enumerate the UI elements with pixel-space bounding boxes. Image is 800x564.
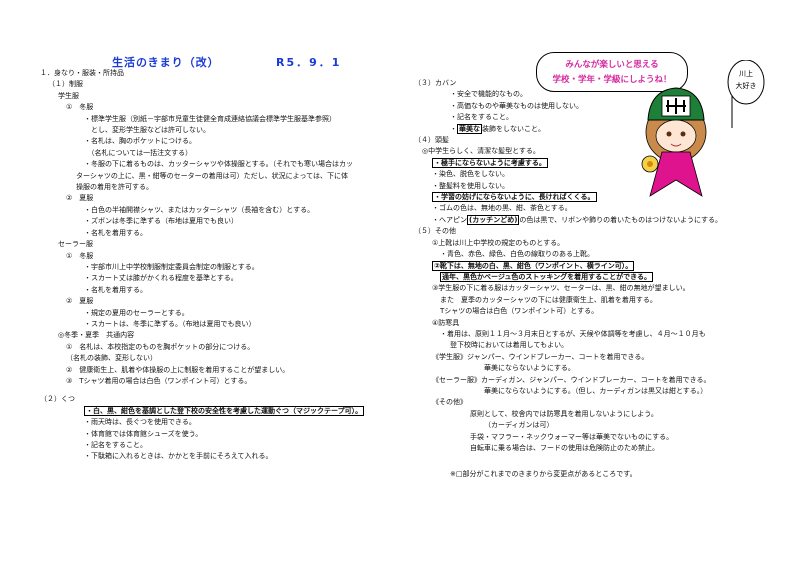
rule-line: ② 健康衛生上、肌着や体操服の上に制服を着用することが望ましい。 [66,365,290,374]
rule-line: Tシャツの場合は白色（ワンポイント可）とする。 [440,307,599,316]
rule-line: （カーディガンは可） [484,421,554,430]
subsection-heading: （２）くつ [40,395,75,404]
rule-line: 操服の着用を許可する。 [76,183,153,192]
item-heading: ② 夏服 [66,297,94,306]
rule-line: ・名札は、胸のポケットにつける。 [84,137,196,146]
rule-line: ・スカート丈は膝がかくれる程度を基準とする。 [84,274,238,283]
rule-line: 登下校時においては着用してもよい。 [450,341,569,350]
rule-text: ・ヘアピン [432,215,467,224]
changed-rule-box: (カッチンどめ) [467,214,520,225]
rule-line: ・雨天時は、長ぐつを使用できる。 [84,418,196,427]
item-heading: ① 冬服 [66,103,94,112]
rule-line: 自転車に乗る場合は、フードの使用は危険防止のため禁止。 [470,444,659,452]
rule-line: ・体育館では体育館シューズを使う。 [84,429,203,438]
category-heading: 学生服 [58,91,79,100]
rule-line: ・着用は、原則１１月～３月末日とするが、天候や体調等を考慮し、４月～１０月も [440,329,706,338]
rule-line: ・標準学生服（別紙－宇部市児童生徒健全育成連絡協議会標準学生服基準参照） [84,114,336,123]
rule-line: ・宇部市川上中学校制服制定委員会制定の制服とする。 [84,262,259,271]
rule-line: 華美にならないようにする。（但し、カーディガンは黒又は紺とする。） [484,386,708,395]
rule-line: 《その他》 [432,398,467,407]
item-heading: ① 冬服 [66,251,94,260]
rule-line-highlight: ・白、黒、紺色を基調とした登下校の安全性を考慮した運動ぐつ（マジックテープ可）。 [84,405,415,417]
mascot-eye-left [666,131,672,137]
mascot-cape [649,151,703,197]
rule-text: の色は黒で、リボンや飾りの着いたものはつけないようにする。 [519,215,723,224]
flower-center-icon [647,161,653,167]
sign-text-2: 大好き [736,81,757,90]
subsection-heading: （１）制服 [48,80,83,89]
rule-line: ① 名札は、本校指定のものを胸ポケットの部分につける。 [66,342,255,351]
mascot-eye-right [680,131,686,137]
common-heading: ◎冬季・夏季 共通内容 [58,331,135,340]
left-column: １．身なり・服装・所持品 （１）制服 学生服 ① 冬服 ・標準学生服（別紙－宇部… [40,68,415,463]
rule-line: ・下駄箱に入れるときは、かかとを手前にそろえて入れる。 [84,452,273,461]
rule-line: ③学生服の下に着る服はカッターシャツ、セーターは、黒、紺の無地が望ましい。 [432,284,690,293]
rule-line: 華美にならないようにする。 [484,364,575,373]
rule-line: （名札については一括注文する） [84,148,193,157]
rule-line: ・名札を着用する。 [84,228,147,237]
rule-line: ・規定の夏用のセーラーとする。 [84,308,189,317]
rule-line: ③ Tシャツ着用の場合は白色（ワンポイント可）とする。 [66,376,252,385]
document-page: 生活のきまり（改） R5．9．1 １．身なり・服装・所持品 （１）制服 学生服 … [0,0,800,564]
item-heading: ② 夏服 [66,194,94,203]
rule-line: ・ズボンは冬季に準ずる（布地は夏用でも良い） [84,217,238,226]
rule-line: とし、変形学生服などは許可しない。 [84,126,210,135]
rule-line: ・スカートは、冬季に準ずる。（布地は夏用でも良い） [84,319,256,328]
rule-line: （名札の装飾、変形しない） [66,354,157,363]
rule-line: ・ゴムの色は、無地の黒、紺、茶色とする。 [432,204,572,213]
section-heading: １．身なり・服装・所持品 [40,69,124,77]
footer-note: ※□部分がこれまでのきまりから変更点があるところです。 [450,470,637,478]
mascot-illustration: 川上 大好き [641,60,765,197]
rule-line: 原則として、校舎内では防寒具を着用しないようにしよう。 [470,409,658,418]
rule-line: ・冬服の下に着るものは、カッターシャツや体操服とする。（それでも寒い場合はカッ [84,160,353,169]
rule-line: ・名札を着用する。 [84,285,147,294]
changed-rule-box: 華美な [457,123,482,134]
rule-line: また 夏季のカッターシャツの下には健康衛生上、肌着を着用する。 [440,295,657,304]
mascot-face [655,119,697,153]
rule-line: ・白色の半袖開襟シャツ、またはカッターシャツ（長袖を含む）とする。 [84,205,315,214]
changed-rule-box: ・極手にならないように考慮する。 [432,157,548,168]
rule-line-highlight: ②靴下は、無地の白、黒、紺色（ワンポイント、横ライン可）。 [432,260,794,272]
changed-rule-box: 通年、黒色かベージュ色のストッキングを着用することができる。 [440,271,654,282]
rule-line: ・ヘアピン (カッチンどめ) の色は黒で、リボンや飾りの着いたものはつけないようにす… [432,214,794,226]
category-heading: セーラー服 [58,240,93,249]
subsection-heading: （５）その他 [414,227,456,236]
sign-text-1: 川上 [739,69,753,78]
rule-line: 手袋・マフラー・ネックウォーマー等は華美でないものにする。 [470,432,674,441]
rule-line: 《セーラー服》カーディガン、ジャンパー、ウインドブレーカー、コートを着用できる。 [432,375,711,384]
rule-line-highlight: 通年、黒色かベージュ色のストッキングを着用することができる。 [440,271,794,283]
rule-line: ④防寒具 [432,318,460,327]
rule-line: ・青色、赤色、緑色、白色の線取りのある上靴。 [440,250,594,259]
rule-text: 装飾をしないこと。 [482,124,545,133]
rule-line: ターシャツの上に、黒・紺等のセーターの着用は可）ただし、状況によっては、下に体 [76,171,348,180]
rule-line: ①上靴は川上中学校の規定のものとする。 [432,238,565,247]
rule-line: 《学生服》ジャンパー、ウインドブレーカー、コートを着用できる。 [432,352,649,361]
changed-rule-box: ②靴下は、無地の白、黒、紺色（ワンポイント、横ライン可）。 [432,260,635,271]
rule-line: ・記名をすること。 [84,441,147,449]
changed-rule-box: ・学習の妨げにならないように、長ければくくる。 [432,192,597,203]
helmet-emblem-mark [666,98,686,114]
changed-rule-box: ・白、黒、紺色を基調とした登下校の安全性を考慮した運動ぐつ（マジックテープ可）。 [84,405,365,416]
